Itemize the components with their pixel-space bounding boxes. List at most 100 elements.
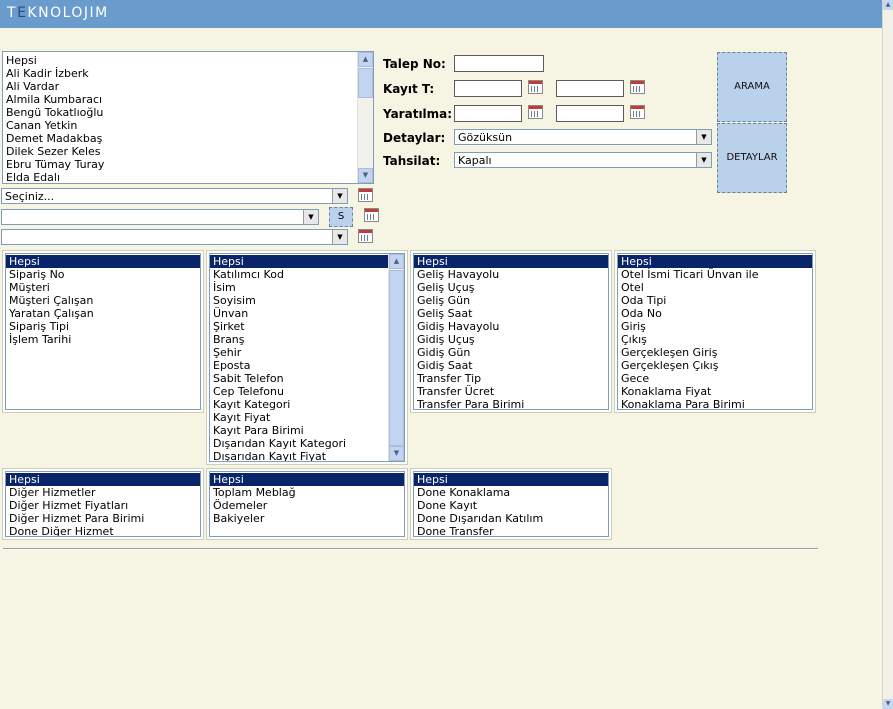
list-item[interactable]: Done Diğer Hizmet [6, 525, 200, 536]
list-item[interactable]: Müşteri [6, 281, 200, 294]
list-item[interactable]: Hepsi [414, 255, 608, 268]
page-scroll-up-icon[interactable]: ▲ [883, 0, 893, 10]
s-button[interactable]: S [329, 207, 353, 227]
user-select[interactable]: Seçiniz... ▼ [1, 188, 348, 204]
done-fields-listbox[interactable]: Hepsi Done Konaklama Done Kayıt Done Dışarı… [413, 471, 609, 537]
list-item[interactable]: Elda Edalı [3, 171, 373, 183]
flight-fields-listbox[interactable]: Hepsi Geliş Havayolu Geliş Uçuş Geliş Gün Ge… [413, 253, 609, 410]
list-item[interactable]: Hepsi [414, 473, 608, 486]
scroll-down-icon[interactable]: ▼ [358, 168, 373, 183]
calendar-icon[interactable] [528, 80, 543, 94]
list-item[interactable]: Hepsi [6, 255, 200, 268]
filter-select-2[interactable]: ▼ [1, 209, 319, 225]
calendar-icon[interactable] [358, 229, 373, 243]
list-item[interactable]: Dışarıdan Kayıt Kategori [210, 437, 404, 450]
list-item[interactable]: Otel İsmi Ticari Ünvan ile [618, 268, 812, 281]
list-item[interactable]: Gidiş Uçuş [414, 333, 608, 346]
yaratilma-start-date-input[interactable] [454, 105, 522, 122]
list-item[interactable]: Gerçekleşen Giriş [618, 346, 812, 359]
list-item[interactable]: Done Transfer [414, 525, 608, 536]
list-item[interactable]: Oda Tipi [618, 294, 812, 307]
list-item[interactable]: Hepsi [6, 473, 200, 486]
scroll-up-icon[interactable]: ▲ [358, 52, 373, 67]
list-item[interactable]: Konaklama Fiyat [618, 385, 812, 398]
list-item[interactable]: Ödemeler [210, 499, 404, 512]
list-item[interactable]: Gidiş Havayolu [414, 320, 608, 333]
list-item[interactable]: Geliş Gün [414, 294, 608, 307]
list-item[interactable]: Bengü Tokatlıoğlu [3, 106, 373, 119]
list-item[interactable]: Transfer Para Birimi [414, 398, 608, 409]
chevron-down-icon[interactable]: ▼ [332, 230, 347, 244]
list-item[interactable]: Kayıt Kategori [210, 398, 404, 411]
filter-select-3[interactable]: ▼ [1, 229, 348, 245]
list-item[interactable]: Gidiş Gün [414, 346, 608, 359]
list-item[interactable]: İsim [210, 281, 404, 294]
tahsilat-select[interactable]: Kapalı ▼ [454, 152, 712, 168]
list-item[interactable]: Hepsi [618, 255, 812, 268]
list-item[interactable]: Canan Yetkin [3, 119, 373, 132]
list-item[interactable]: Gece [618, 372, 812, 385]
list-item[interactable]: Kayıt Para Birimi [210, 424, 404, 437]
list-item[interactable]: Diğer Hizmetler [6, 486, 200, 499]
list-item[interactable]: Hepsi [210, 255, 404, 268]
page-scrollbar[interactable]: ▲ ▼ [882, 0, 893, 709]
detaylar-select[interactable]: Gözüksün ▼ [454, 129, 712, 145]
yaratilma-end-date-input[interactable] [556, 105, 624, 122]
list-item[interactable]: Ünvan [210, 307, 404, 320]
list-item[interactable]: Soyisim [210, 294, 404, 307]
participant-fields-listbox[interactable]: Hepsi Katılımcı Kod İsim Soyisim Ünvan Şirket… [209, 253, 405, 462]
other-services-listbox[interactable]: Hepsi Diğer Hizmetler Diğer Hizmet Fiyatla… [5, 471, 201, 537]
list-item[interactable]: Giriş [618, 320, 812, 333]
list-item[interactable]: Geliş Havayolu [414, 268, 608, 281]
scroll-up-icon[interactable]: ▲ [389, 254, 404, 269]
list-item[interactable]: Done Konaklama [414, 486, 608, 499]
chevron-down-icon[interactable]: ▼ [332, 189, 347, 203]
payment-fields-listbox[interactable]: Hepsi Toplam Meblağ Ödemeler Bakiyeler [209, 471, 405, 537]
kayit-start-date-input[interactable] [454, 80, 522, 97]
list-item[interactable]: Eposta [210, 359, 404, 372]
list-item[interactable]: Ali Kadir İzberk [3, 67, 373, 80]
list-item[interactable]: Hepsi [210, 473, 404, 486]
kayit-end-date-input[interactable] [556, 80, 624, 97]
user-listbox[interactable]: Hepsi Ali Kadir İzberk Ali Vardar Almila Ku… [2, 51, 374, 184]
list-item[interactable]: Çıkış [618, 333, 812, 346]
list-item[interactable]: Bakiyeler [210, 512, 404, 525]
calendar-icon[interactable] [358, 188, 373, 202]
list-item[interactable]: Branş [210, 333, 404, 346]
list-item[interactable]: Geliş Saat [414, 307, 608, 320]
list-item[interactable]: Done Dışarıdan Katılım [414, 512, 608, 525]
list-item[interactable]: Dilek Sezer Keles [3, 145, 373, 158]
list-item[interactable]: Geliş Uçuş [414, 281, 608, 294]
list-item[interactable]: Almila Kumbaracı [3, 93, 373, 106]
calendar-icon[interactable] [630, 80, 645, 94]
list-item[interactable]: Katılımcı Kod [210, 268, 404, 281]
list-item[interactable]: Ebru Tümay Turay [3, 158, 373, 171]
scroll-down-icon[interactable]: ▼ [389, 446, 404, 461]
list-item[interactable]: Done Kayıt [414, 499, 608, 512]
order-fields-listbox[interactable]: Hepsi Sipariş No Müşteri Müşteri Çalışan Yar… [5, 253, 201, 410]
list-item[interactable]: Müşteri Çalışan [6, 294, 200, 307]
list-item[interactable]: Konaklama Para Birimi [618, 398, 812, 409]
list-item[interactable]: Sabit Telefon [210, 372, 404, 385]
user-listbox-scrollbar[interactable]: ▲ ▼ [357, 52, 373, 183]
list-item[interactable]: Ali Vardar [3, 80, 373, 93]
chevron-down-icon[interactable]: ▼ [696, 130, 711, 144]
chevron-down-icon[interactable]: ▼ [303, 210, 318, 224]
talep-no-input[interactable] [454, 55, 544, 72]
calendar-icon[interactable] [630, 105, 645, 119]
arama-button[interactable]: ARAMA [717, 52, 787, 122]
list-item[interactable]: Şirket [210, 320, 404, 333]
list-item[interactable]: Gidiş Saat [414, 359, 608, 372]
list-item[interactable]: Yaratan Çalışan [6, 307, 200, 320]
detaylar-button[interactable]: DETAYLAR [717, 123, 787, 193]
list-item[interactable]: Cep Telefonu [210, 385, 404, 398]
hotel-fields-listbox[interactable]: Hepsi Otel İsmi Ticari Ünvan ile Otel Oda T… [617, 253, 813, 410]
list-item[interactable]: Otel [618, 281, 812, 294]
list-item[interactable]: Şehir [210, 346, 404, 359]
chevron-down-icon[interactable]: ▼ [696, 153, 711, 167]
list-item[interactable]: Demet Madakbaş [3, 132, 373, 145]
list-item[interactable]: Transfer Tip [414, 372, 608, 385]
list-item[interactable]: Kayıt Fiyat [210, 411, 404, 424]
list-item[interactable]: Gerçekleşen Çıkış [618, 359, 812, 372]
list-item[interactable]: Dışarıdan Kayıt Fiyat [210, 450, 404, 461]
